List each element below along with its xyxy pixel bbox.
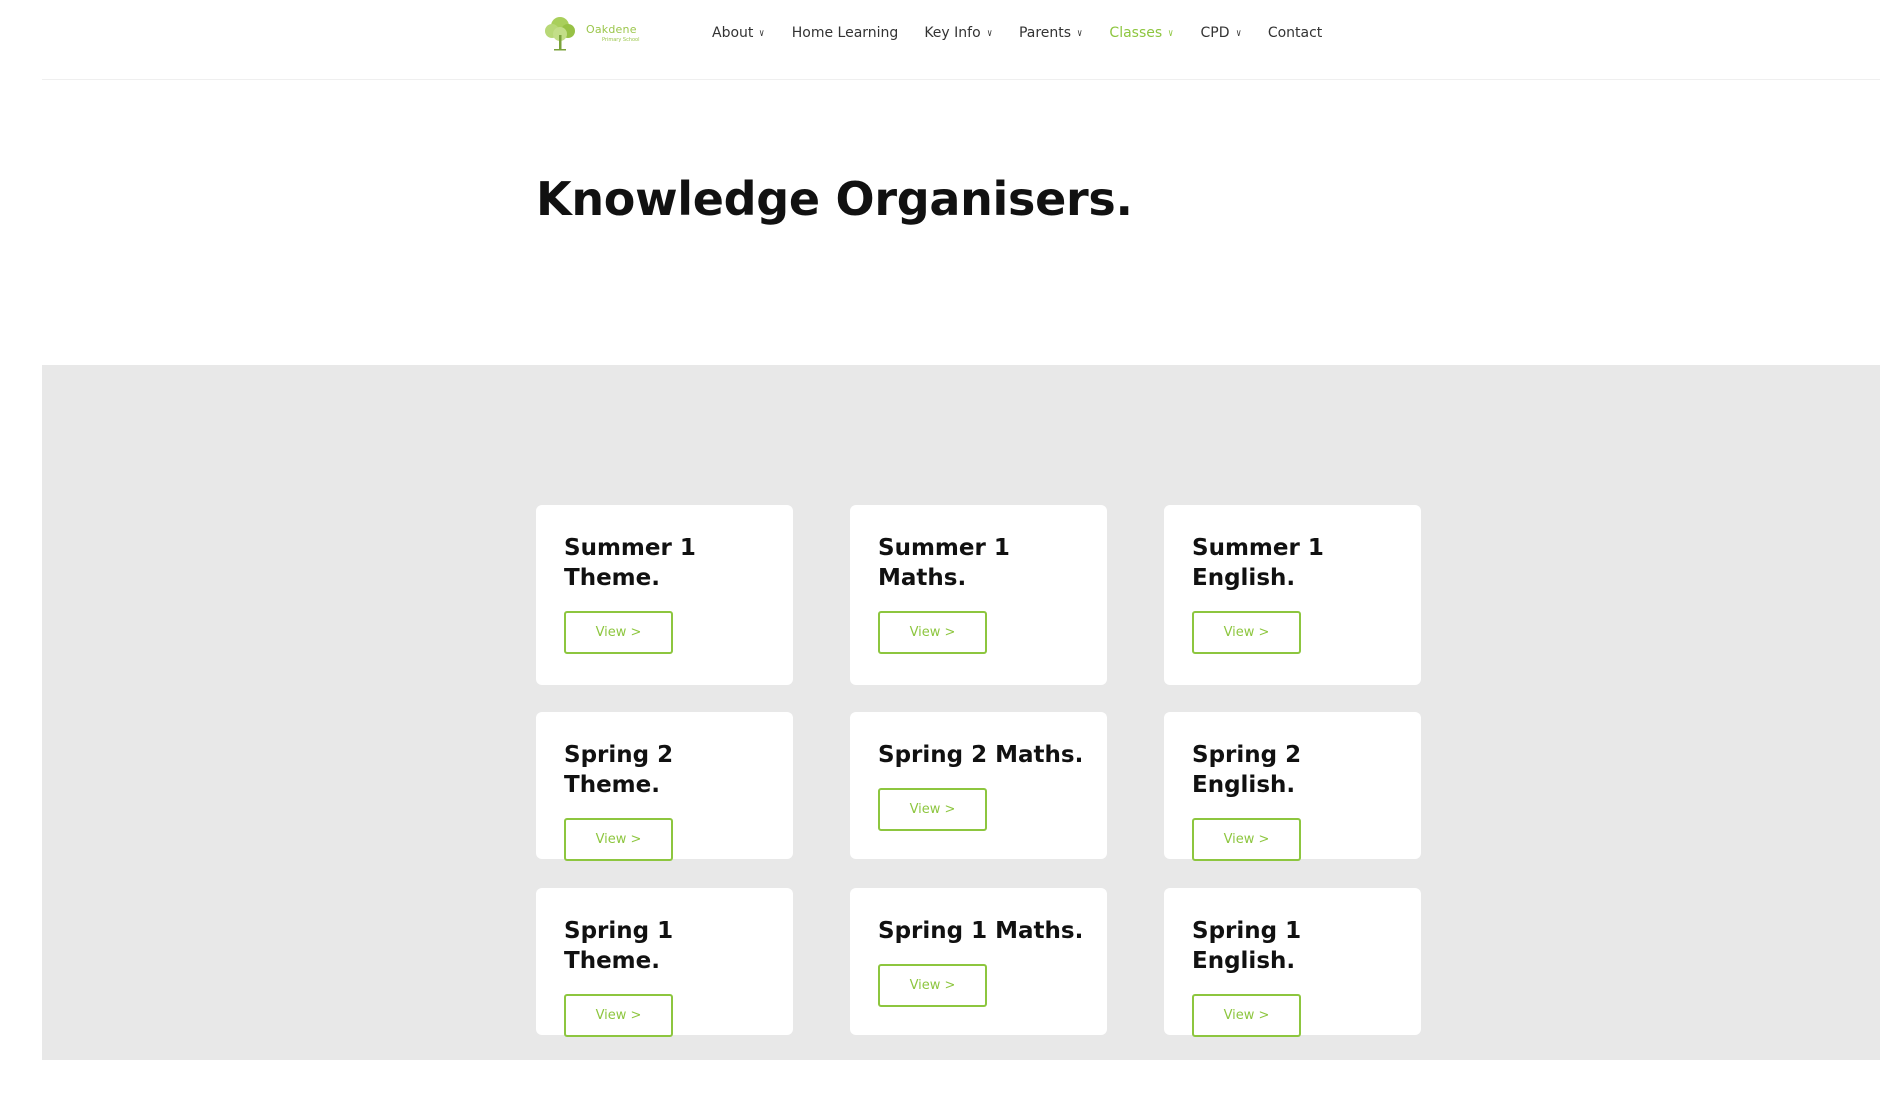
header-divider [42, 79, 1880, 80]
card-title: Summer 1 Theme. [564, 535, 696, 591]
card-title: Spring 1 Theme. [564, 918, 674, 974]
view-button[interactable]: View > [1192, 611, 1301, 654]
nav-item-key-info[interactable]: Key Info ∨ [924, 25, 993, 41]
view-button[interactable]: View > [1192, 994, 1301, 1037]
organiser-card-partial [850, 1064, 1107, 1094]
card-title: Summer 1 Maths. [878, 535, 1010, 591]
nav-item-contact[interactable]: Contact [1268, 25, 1322, 41]
logo-name: Oakdene [586, 22, 637, 36]
nav-item-label: Home Learning [791, 25, 899, 41]
chevron-down-icon: ∨ [986, 27, 993, 39]
view-button[interactable]: View > [564, 994, 673, 1037]
nav-item-home-learning[interactable]: Home Learning [792, 25, 899, 41]
card-title: Spring 1 English. [1192, 918, 1302, 974]
organiser-card: Spring 2 Maths. View > [850, 712, 1107, 859]
nav-item-label: Classes [1109, 25, 1163, 41]
organiser-card: Summer 1 English. View > [1164, 505, 1421, 685]
organiser-card: Spring 1 English. View > [1164, 888, 1421, 1037]
nav-item-label: Key Info [924, 25, 981, 41]
view-button[interactable]: View > [878, 964, 987, 1007]
view-button[interactable]: View > [1192, 818, 1301, 861]
nav-item-classes[interactable]: Classes ∨ [1109, 25, 1174, 41]
organiser-card: Spring 2 Theme. View > [536, 712, 793, 861]
organiser-card: Spring 1 Theme. View > [536, 888, 793, 1037]
organiser-card: Summer 1 Theme. View > [536, 505, 793, 685]
chevron-down-icon: ∨ [759, 27, 766, 39]
card-title: Spring 1 Maths. [878, 918, 1084, 944]
card-title: Spring 2 Theme. [564, 742, 674, 798]
site-logo[interactable]: Oakdene Primary School [540, 12, 658, 54]
organiser-card: Spring 2 English. View > [1164, 712, 1421, 861]
organiser-card-partial [1164, 1064, 1421, 1094]
page-title: Knowledge Organisers. [536, 172, 1133, 226]
view-button[interactable]: View > [878, 611, 987, 654]
view-button[interactable]: View > [564, 611, 673, 654]
view-button[interactable]: View > [878, 788, 987, 831]
chevron-down-icon: ∨ [1167, 27, 1174, 39]
organiser-card: Spring 1 Maths. View > [850, 888, 1107, 1035]
main-nav: About ∨ Home Learning Key Info ∨ Parents… [712, 22, 1322, 44]
card-title: Summer 1 English. [1192, 535, 1324, 591]
nav-item-parents[interactable]: Parents ∨ [1019, 25, 1083, 41]
nav-item-cpd[interactable]: CPD ∨ [1201, 25, 1242, 41]
nav-item-label: About [712, 25, 754, 41]
organiser-card-partial [536, 1064, 793, 1094]
card-title: Spring 2 Maths. [878, 742, 1084, 768]
chevron-down-icon: ∨ [1076, 27, 1083, 39]
site-header: Oakdene Primary School About ∨ Home Lear… [0, 0, 1880, 80]
organiser-card: Summer 1 Maths. View > [850, 505, 1107, 685]
nav-item-label: Parents [1018, 25, 1072, 41]
knowledge-organiser-grid: Summer 1 Theme. View > Summer 1 Maths. V… [536, 505, 1422, 1094]
nav-item-label: CPD [1200, 25, 1230, 41]
view-button[interactable]: View > [564, 818, 673, 861]
chevron-down-icon: ∨ [1235, 27, 1242, 39]
tree-logo-icon [545, 17, 575, 51]
card-title: Spring 2 English. [1192, 742, 1302, 798]
logo-subtitle: Primary School [602, 36, 640, 43]
nav-item-label: Contact [1267, 25, 1323, 41]
nav-item-about[interactable]: About ∨ [712, 25, 766, 41]
